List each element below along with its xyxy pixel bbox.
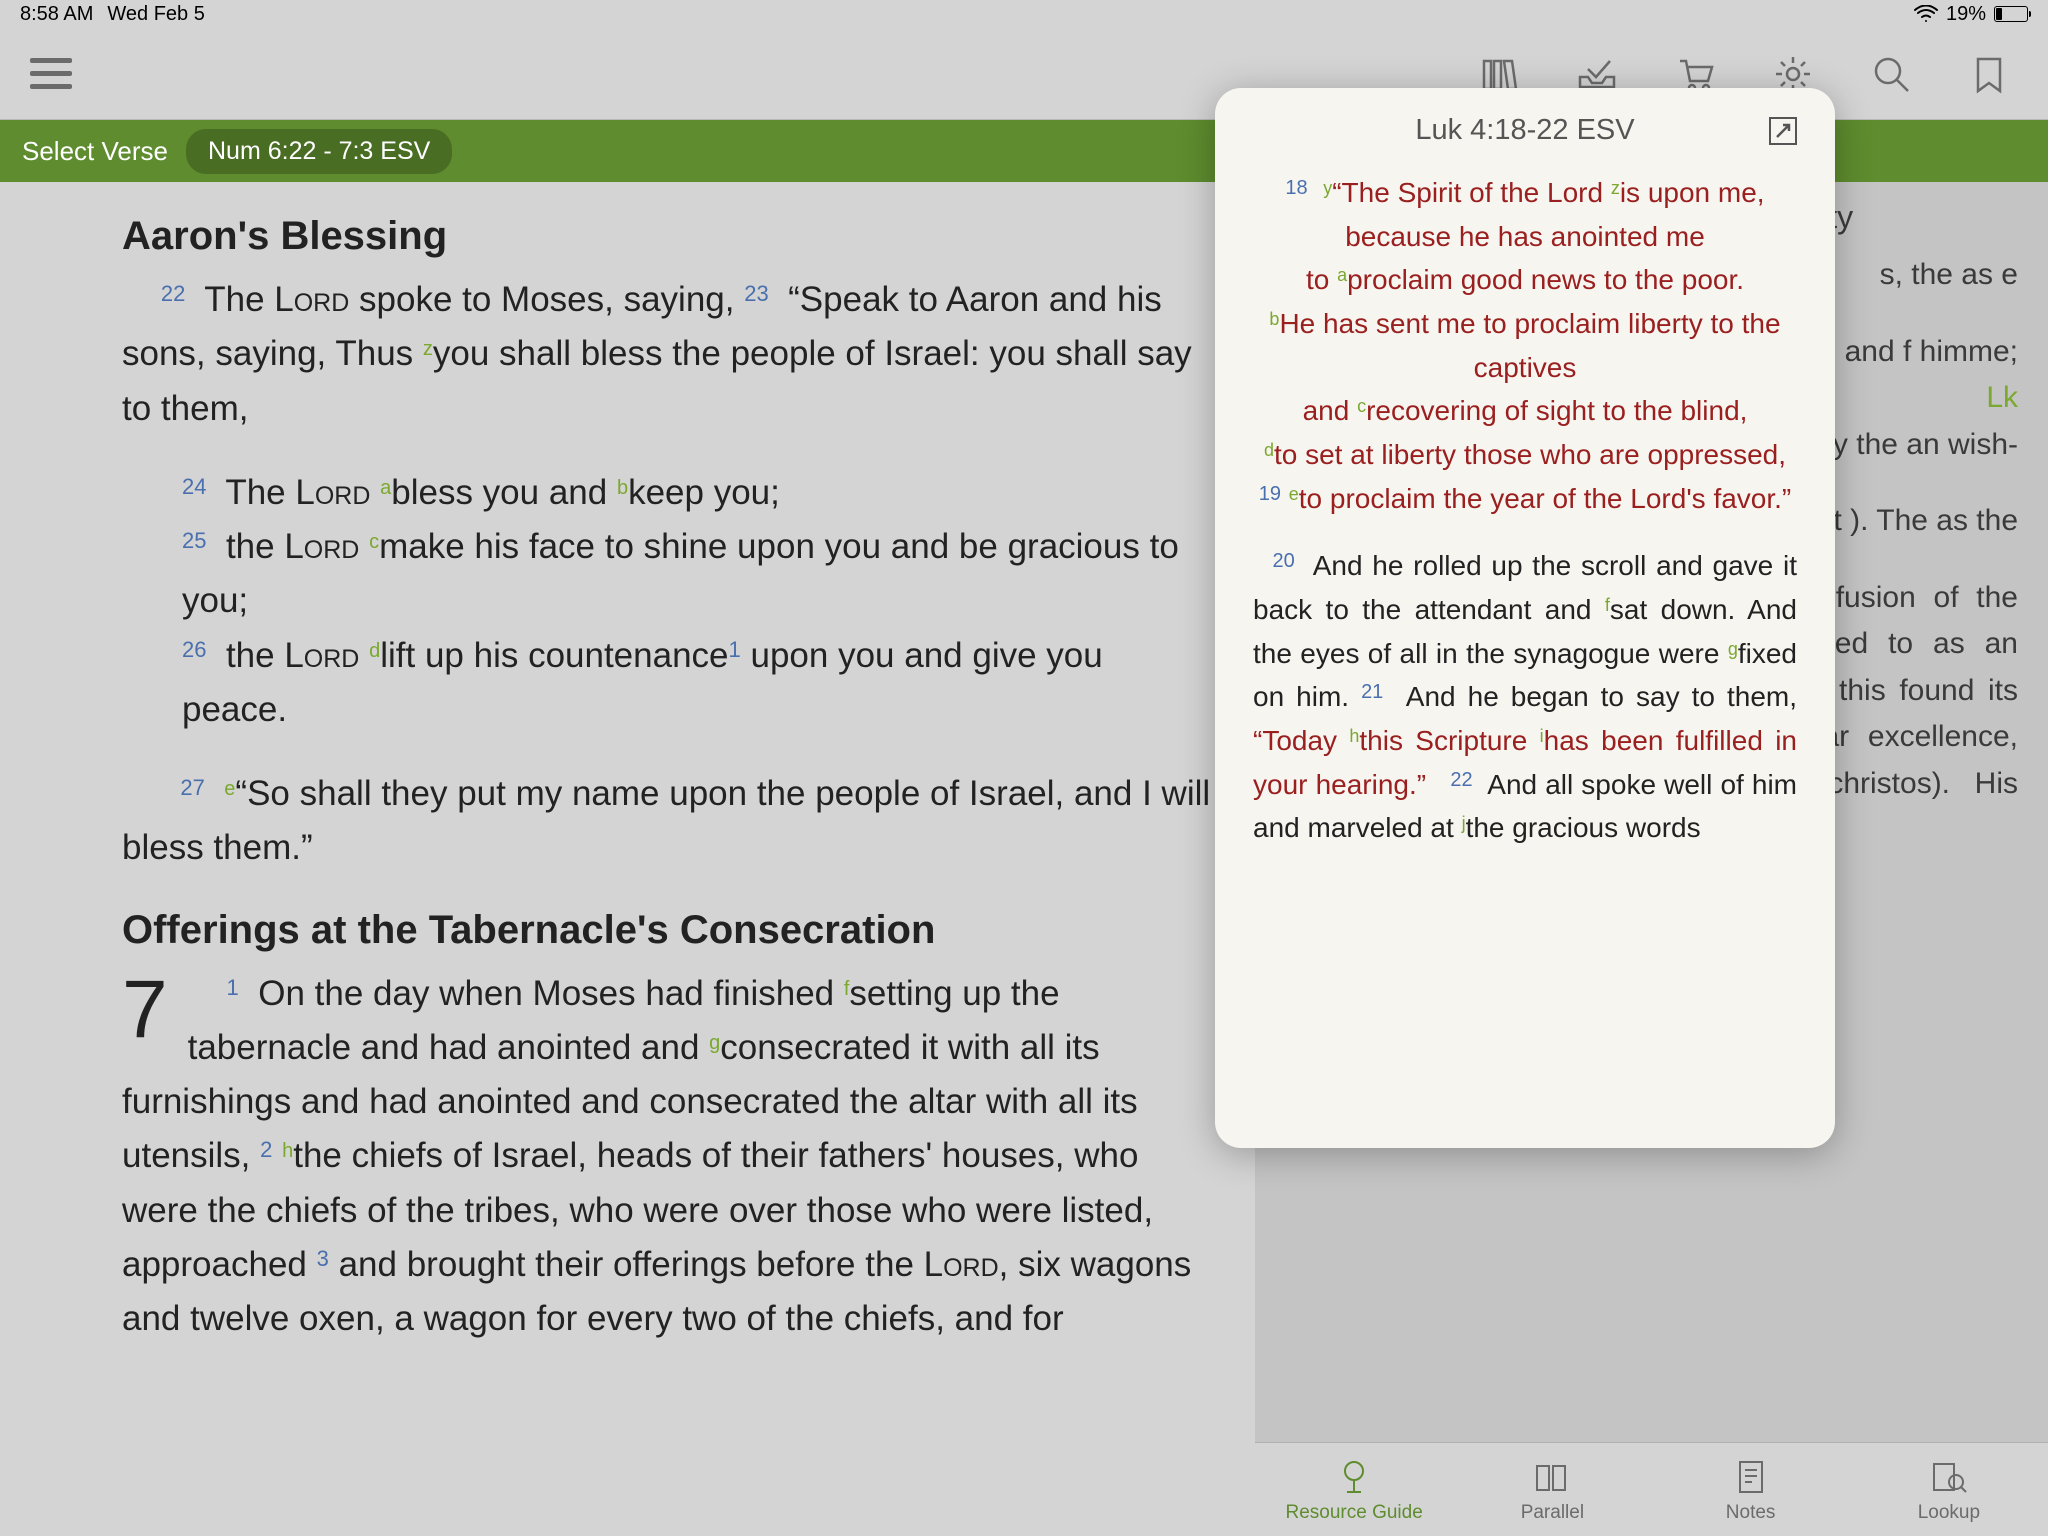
section-heading: Offerings at the Tabernacle's Consecrati…	[122, 908, 1215, 953]
footnote-marker[interactable]: a	[1337, 265, 1347, 285]
footnote-marker[interactable]: z	[1611, 178, 1620, 198]
verse-number[interactable]: 19	[1259, 483, 1281, 505]
scripture-paragraph: 7 1 On the day when Moses had finished f…	[122, 967, 1215, 1347]
footnote-marker[interactable]: c	[369, 531, 379, 553]
expand-icon[interactable]	[1769, 117, 1797, 145]
section-heading: Aaron's Blessing	[122, 214, 1215, 259]
wifi-icon	[1914, 5, 1938, 23]
verse-number[interactable]: 21	[1361, 681, 1383, 703]
verse-number[interactable]: 25	[182, 528, 206, 553]
verse-number[interactable]: 3	[317, 1246, 329, 1271]
footnote-marker[interactable]: b	[1269, 309, 1279, 329]
search-icon[interactable]	[1870, 53, 1912, 95]
verse-number[interactable]: 18	[1285, 177, 1307, 199]
verse-number[interactable]: 22	[161, 281, 185, 306]
battery-icon	[1994, 6, 2028, 22]
verse-number[interactable]: 22	[1450, 769, 1472, 791]
bookmark-icon[interactable]	[1968, 53, 2010, 95]
footnote-marker[interactable]: h	[1349, 726, 1359, 746]
status-bar: 8:58 AM Wed Feb 5 19%	[0, 0, 2048, 28]
popup-reference: Luk 4:18-22 ESV	[1415, 114, 1634, 147]
footnote-marker[interactable]: g	[709, 1032, 720, 1054]
scripture-reader: Aaron's Blessing 22 The Lord spoke to Mo…	[0, 182, 1255, 1536]
verse-number[interactable]: 23	[744, 281, 768, 306]
footnote-marker[interactable]: g	[1728, 639, 1738, 659]
popup-body: 18 y“The Spirit of the Lord zis upon me,…	[1215, 163, 1835, 850]
footnote-marker[interactable]: z	[423, 338, 433, 360]
scripture-paragraph: 22 The Lord spoke to Moses, saying, 23 “…	[122, 273, 1215, 436]
verse-reference-pill[interactable]: Num 6:22 - 7:3 ESV	[186, 129, 452, 174]
footnote-marker[interactable]: a	[380, 477, 391, 499]
footnote-marker[interactable]: e	[1289, 484, 1299, 504]
battery-pct: 19%	[1946, 3, 1986, 26]
footnote-marker[interactable]: e	[224, 778, 235, 800]
footnote-marker[interactable]: c	[1357, 396, 1366, 416]
tab-lookup[interactable]: Lookup	[1850, 1443, 2048, 1536]
footnote-marker[interactable]: f	[844, 978, 850, 1000]
verse-number[interactable]: 26	[182, 637, 206, 662]
tab-resource-guide[interactable]: Resource Guide	[1255, 1443, 1453, 1536]
status-time: 8:58 AM	[20, 3, 93, 26]
status-date: Wed Feb 5	[107, 3, 204, 26]
tab-parallel[interactable]: Parallel	[1453, 1443, 1651, 1536]
scripture-link[interactable]: Lk	[1986, 381, 2018, 414]
chapter-number: 7	[122, 973, 168, 1047]
verse-number[interactable]: 27	[180, 775, 204, 800]
select-verse-button[interactable]: Select Verse	[22, 136, 168, 167]
scripture-poetry: 24 The Lord abless you and bkeep you; 25…	[182, 466, 1215, 737]
footnote-marker[interactable]: d	[1264, 440, 1274, 460]
verse-number[interactable]: 1	[227, 975, 239, 1000]
verse-number[interactable]: 20	[1273, 550, 1295, 572]
footnote-marker[interactable]: d	[369, 640, 380, 662]
menu-button[interactable]	[30, 58, 72, 89]
cross-reference-popup: Luk 4:18-22 ESV 18 y“The Spirit of the L…	[1215, 88, 1835, 1148]
verse-number[interactable]: 2	[260, 1137, 272, 1162]
tab-notes[interactable]: Notes	[1652, 1443, 1850, 1536]
footnote-marker[interactable]: y	[1323, 178, 1332, 198]
footnote-marker[interactable]: h	[282, 1140, 293, 1162]
scripture-paragraph: 27 e“So shall they put my name upon the …	[122, 767, 1215, 876]
footnote-marker[interactable]: b	[617, 477, 628, 499]
footnote-marker[interactable]: j	[1462, 813, 1466, 833]
verse-number[interactable]: 24	[182, 474, 206, 499]
footnote-marker[interactable]: i	[1540, 726, 1544, 746]
bottom-tab-bar: Resource Guide Parallel Notes Lookup	[1255, 1442, 2048, 1536]
footnote-marker[interactable]: f	[1605, 595, 1610, 615]
